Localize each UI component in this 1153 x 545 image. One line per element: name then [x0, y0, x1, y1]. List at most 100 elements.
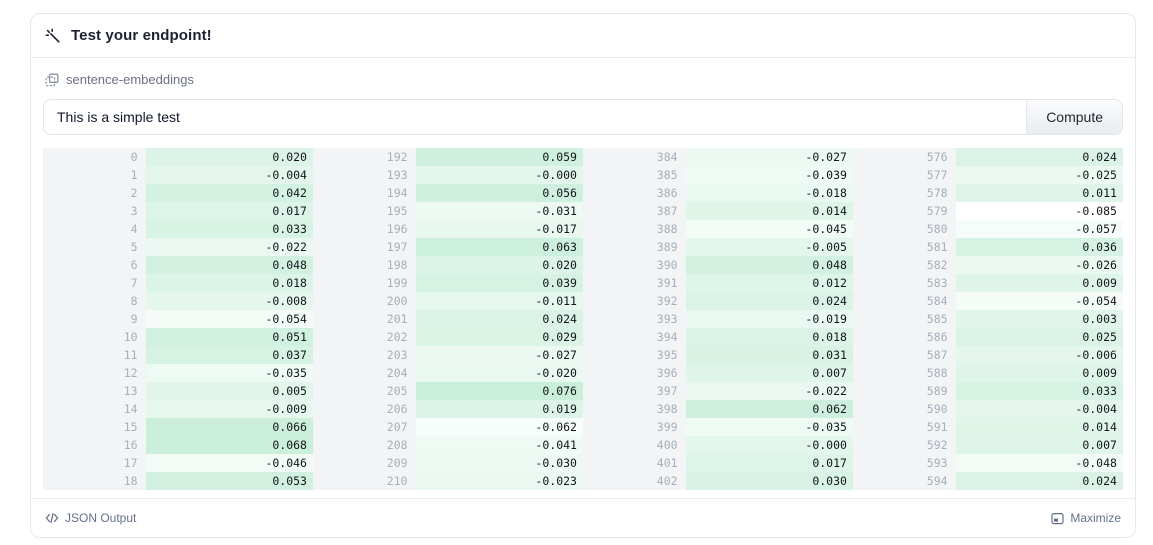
cell-value: -0.019: [686, 310, 853, 328]
test-text-input[interactable]: [43, 99, 1027, 135]
cell-value: -0.004: [956, 400, 1123, 418]
cell-value: -0.046: [146, 454, 313, 472]
cell-value: -0.048: [956, 454, 1123, 472]
cell-value: 0.024: [956, 472, 1123, 490]
cell-value: -0.030: [416, 454, 583, 472]
cell-index: 202: [313, 328, 416, 346]
cell-index: 395: [583, 346, 686, 364]
table-row: 100.0512020.0293940.0185860.025: [43, 328, 1123, 346]
cell-value: 0.011: [956, 184, 1123, 202]
cell-index: 209: [313, 454, 416, 472]
cell-value: -0.054: [146, 310, 313, 328]
cell-value: -0.041: [416, 436, 583, 454]
cell-value: 0.062: [686, 400, 853, 418]
cell-value: 0.024: [416, 310, 583, 328]
embeddings-table[interactable]: 00.0201920.059384-0.0275760.0241-0.00419…: [43, 148, 1123, 490]
cell-index: 389: [583, 238, 686, 256]
card-header: Test your endpoint!: [31, 14, 1135, 58]
maximize-button[interactable]: Maximize: [1051, 511, 1121, 525]
code-icon: [45, 512, 59, 524]
table-row: 110.037203-0.0273950.031587-0.006: [43, 346, 1123, 364]
cell-value: -0.009: [146, 400, 313, 418]
cell-value: 0.066: [146, 418, 313, 436]
cell-index: 394: [583, 328, 686, 346]
compute-button[interactable]: Compute: [1027, 99, 1123, 135]
cell-index: 594: [853, 472, 956, 490]
table-row: 160.068208-0.041400-0.0005920.007: [43, 436, 1123, 454]
cell-index: 198: [313, 256, 416, 274]
cell-value: -0.085: [956, 202, 1123, 220]
cell-value: -0.006: [956, 346, 1123, 364]
cell-value: -0.027: [416, 346, 583, 364]
cell-index: 9: [43, 310, 146, 328]
cell-value: -0.035: [686, 418, 853, 436]
cell-index: 388: [583, 220, 686, 238]
cell-value: 0.020: [146, 148, 313, 166]
cell-index: 1: [43, 166, 146, 184]
cell-index: 581: [853, 238, 956, 256]
cell-value: 0.017: [146, 202, 313, 220]
cell-index: 587: [853, 346, 956, 364]
table-row: 130.0052050.076397-0.0225890.033: [43, 382, 1123, 400]
cell-value: 0.068: [146, 436, 313, 454]
cell-index: 199: [313, 274, 416, 292]
card-title: Test your endpoint!: [71, 27, 212, 44]
cell-index: 205: [313, 382, 416, 400]
cell-index: 397: [583, 382, 686, 400]
cell-index: 398: [583, 400, 686, 418]
cell-index: 588: [853, 364, 956, 382]
cell-index: 402: [583, 472, 686, 490]
cell-index: 15: [43, 418, 146, 436]
cell-value: -0.062: [416, 418, 583, 436]
cell-index: 200: [313, 292, 416, 310]
cell-value: 0.007: [956, 436, 1123, 454]
cell-index: 583: [853, 274, 956, 292]
cell-index: 14: [43, 400, 146, 418]
cell-index: 396: [583, 364, 686, 382]
cell-index: 196: [313, 220, 416, 238]
cell-value: -0.045: [686, 220, 853, 238]
cell-index: 584: [853, 292, 956, 310]
cell-value: -0.035: [146, 364, 313, 382]
maximize-icon: [1051, 512, 1064, 525]
cell-index: 206: [313, 400, 416, 418]
cell-index: 195: [313, 202, 416, 220]
cell-index: 580: [853, 220, 956, 238]
maximize-label: Maximize: [1070, 511, 1121, 525]
table-row: 17-0.046209-0.0304010.017593-0.048: [43, 454, 1123, 472]
cell-value: -0.057: [956, 220, 1123, 238]
cell-index: 13: [43, 382, 146, 400]
cell-value: 0.024: [686, 292, 853, 310]
cell-value: -0.020: [416, 364, 583, 382]
table-row: 9-0.0542010.024393-0.0195850.003: [43, 310, 1123, 328]
cell-value: 0.036: [956, 238, 1123, 256]
cell-value: -0.018: [686, 184, 853, 202]
cell-value: 0.020: [416, 256, 583, 274]
json-output-toggle[interactable]: JSON Output: [45, 511, 136, 525]
cell-value: -0.000: [686, 436, 853, 454]
cell-value: -0.022: [686, 382, 853, 400]
cell-value: 0.003: [956, 310, 1123, 328]
cell-index: 17: [43, 454, 146, 472]
cell-index: 384: [583, 148, 686, 166]
cell-index: 576: [853, 148, 956, 166]
cell-value: 0.030: [686, 472, 853, 490]
table-row: 30.017195-0.0313870.014579-0.085: [43, 202, 1123, 220]
cell-value: -0.008: [146, 292, 313, 310]
cell-value: -0.005: [686, 238, 853, 256]
cell-index: 10: [43, 328, 146, 346]
cell-index: 210: [313, 472, 416, 490]
cell-index: 16: [43, 436, 146, 454]
cell-value: 0.053: [146, 472, 313, 490]
input-group: Compute: [43, 99, 1123, 135]
card-footer: JSON Output Maximize: [31, 498, 1135, 537]
cell-index: 586: [853, 328, 956, 346]
table-row: 8-0.008200-0.0113920.024584-0.054: [43, 292, 1123, 310]
cell-value: 0.014: [956, 418, 1123, 436]
cell-value: -0.031: [416, 202, 583, 220]
cell-value: 0.009: [956, 364, 1123, 382]
cell-value: 0.025: [956, 328, 1123, 346]
cell-index: 208: [313, 436, 416, 454]
cell-value: 0.018: [686, 328, 853, 346]
cell-value: -0.054: [956, 292, 1123, 310]
